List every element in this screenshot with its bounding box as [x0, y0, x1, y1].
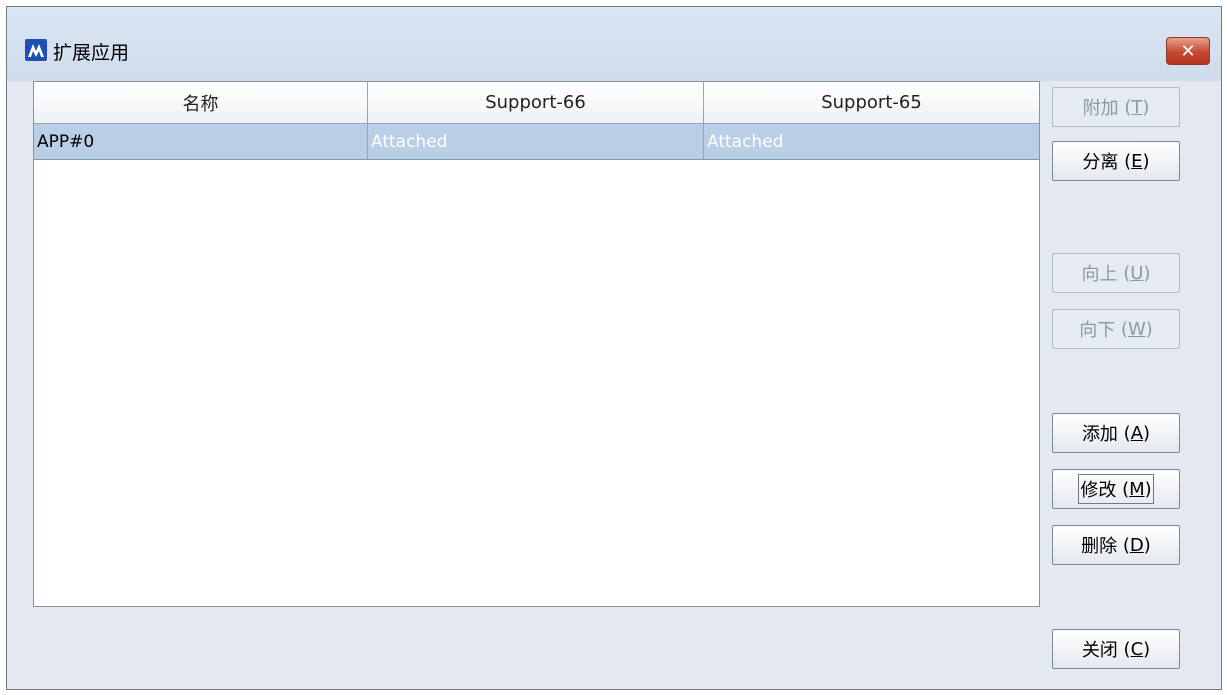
detach-label-text: 分离: [1082, 152, 1119, 173]
column-header-name[interactable]: 名称: [34, 82, 368, 124]
column-header-support-65[interactable]: Support-65: [704, 82, 1039, 124]
add-label-text: 添加: [1081, 424, 1118, 445]
modify-button[interactable]: 修改 (M): [1052, 469, 1180, 509]
modify-mnemonic: M: [1129, 478, 1145, 500]
detach-mnemonic: E: [1131, 150, 1143, 172]
delete-button[interactable]: 删除 (D): [1052, 525, 1180, 565]
table-header: 名称 Support-66 Support-65: [34, 82, 1039, 124]
close-button-label: 关闭 (C): [1082, 636, 1150, 662]
extension-app-dialog: 扩展应用 ✕ 名称 Support-66 Support-65 APP#0 At…: [6, 6, 1222, 690]
close-label-text: 关闭: [1081, 640, 1118, 661]
move-up-mnemonic: U: [1130, 262, 1144, 284]
move-down-button[interactable]: 向下 (W): [1052, 309, 1180, 349]
delete-button-label: 删除 (D): [1081, 532, 1151, 558]
close-window-button[interactable]: ✕: [1166, 37, 1210, 65]
attach-button[interactable]: 附加 (T): [1052, 87, 1180, 127]
app-logo-glyph: [28, 44, 44, 57]
window-title: 扩展应用: [53, 42, 130, 64]
close-icon: ✕: [1180, 40, 1196, 62]
close-mnemonic: C: [1130, 638, 1144, 660]
table-row[interactable]: APP#0 Attached Attached: [34, 124, 1039, 160]
move-up-button[interactable]: 向上 (U): [1052, 253, 1180, 293]
extension-table[interactable]: 名称 Support-66 Support-65 APP#0 Attached …: [33, 81, 1040, 607]
detach-button[interactable]: 分离 (E): [1052, 141, 1180, 181]
move-down-button-label: 向下 (W): [1079, 316, 1153, 342]
attach-label-text: 附加: [1082, 98, 1119, 119]
move-up-label-text: 向上: [1081, 264, 1118, 285]
add-button[interactable]: 添加 (A): [1052, 413, 1180, 453]
app-logo-icon: [25, 39, 47, 61]
add-button-label: 添加 (A): [1082, 420, 1150, 446]
move-down-mnemonic: W: [1127, 318, 1146, 340]
cell-name: APP#0: [34, 124, 368, 159]
cell-support-66-status: Attached: [368, 124, 704, 159]
add-mnemonic: A: [1130, 422, 1144, 444]
modify-button-label: 修改 (M): [1078, 474, 1154, 504]
attach-button-label: 附加 (T): [1083, 94, 1150, 120]
move-down-label-text: 向下: [1079, 320, 1116, 341]
title-bar[interactable]: 扩展应用 ✕: [7, 7, 1221, 81]
delete-label-text: 删除: [1081, 536, 1118, 557]
column-header-support-66[interactable]: Support-66: [368, 82, 704, 124]
close-button[interactable]: 关闭 (C): [1052, 629, 1180, 669]
modify-label-text: 修改: [1080, 480, 1117, 501]
detach-button-label: 分离 (E): [1082, 148, 1149, 174]
cell-support-65-status: Attached: [707, 131, 784, 152]
attach-mnemonic: T: [1131, 96, 1143, 118]
move-up-button-label: 向上 (U): [1082, 260, 1151, 286]
delete-mnemonic: D: [1129, 534, 1144, 556]
